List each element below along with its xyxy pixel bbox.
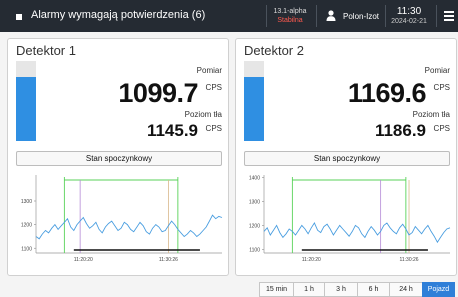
clock: 11:30 2024-02-21 <box>386 6 432 26</box>
y-tick-label: 1100 <box>21 246 32 252</box>
state-button[interactable]: Stan spoczynkowy <box>244 151 450 166</box>
detector-title: Detektor 1 <box>16 43 76 58</box>
user-icon <box>326 10 336 21</box>
background-unit: CPS <box>205 124 222 133</box>
divider <box>266 5 267 27</box>
y-tick-label: 1200 <box>249 223 260 229</box>
x-tick-label: 11:20:20 <box>74 257 93 263</box>
measurement-label: Pomiar <box>424 66 450 75</box>
measurement-label: Pomiar <box>196 66 222 75</box>
top-bar: Alarmy wymagają potwierdzenia (6) 13.1-a… <box>0 0 458 32</box>
y-tick-label: 1300 <box>249 199 260 205</box>
detector-title: Detektor 2 <box>244 43 304 58</box>
detector-chart: 1300 1200 1100 11:20:20 11:30:26 <box>21 175 223 263</box>
x-tick-label: 11:30:26 <box>399 257 418 263</box>
x-tick-label: 11:30:26 <box>159 257 178 263</box>
version-info: 13.1-alpha Stabilna <box>268 7 312 25</box>
detector-chart: 1400 1300 1200 1100 11:20:20 11:30:26 <box>249 175 451 263</box>
measurement-value: 1099.7 <box>118 78 198 108</box>
level-bar-fill <box>244 77 264 141</box>
range-pojazd-button[interactable]: Pojazd <box>422 282 455 297</box>
version-label: 13.1-alpha <box>273 8 307 15</box>
alarm-notification[interactable]: Alarmy wymagają potwierdzenia (6) <box>31 9 205 21</box>
detector-card-1: Detektor 1 Pomiar 1099.7 CPS Poziom tła … <box>7 38 229 276</box>
background-value: 1145.9 <box>146 121 198 140</box>
level-bar <box>16 61 36 141</box>
user-name[interactable]: Polon-Izot <box>343 12 379 21</box>
clock-time: 11:30 <box>396 6 422 17</box>
x-tick-label: 11:20:20 <box>302 257 321 263</box>
state-button[interactable]: Stan spoczynkowy <box>16 151 222 166</box>
series-line <box>263 222 451 244</box>
menu-icon[interactable] <box>444 11 454 21</box>
background-label: Poziom tła <box>184 110 222 119</box>
y-tick-label: 1200 <box>21 223 32 229</box>
measurement-unit: CPS <box>205 83 222 92</box>
time-range-selector: 15 min 1 h 3 h 6 h 24 h Pojazd <box>259 282 455 297</box>
level-bar-fill <box>16 77 36 141</box>
divider <box>316 5 317 27</box>
background-value: 1186.9 <box>374 121 426 140</box>
level-bar <box>244 61 264 141</box>
range-6h-button[interactable]: 6 h <box>357 282 389 297</box>
detector-card-2: Detektor 2 Pomiar 1169.6 CPS Poziom tła … <box>235 38 457 276</box>
stability-label: Stabilna <box>277 17 303 24</box>
alarm-indicator-icon <box>16 14 22 20</box>
measurement-unit: CPS <box>433 83 450 92</box>
series-line <box>35 214 223 240</box>
range-15min-button[interactable]: 15 min <box>259 282 293 297</box>
range-24h-button[interactable]: 24 h <box>389 282 422 297</box>
background-label: Poziom tła <box>412 110 450 119</box>
clock-date: 2024-02-21 <box>391 18 427 25</box>
range-1h-button[interactable]: 1 h <box>293 282 324 297</box>
range-3h-button[interactable]: 3 h <box>324 282 357 297</box>
measurement-value: 1169.6 <box>347 78 427 108</box>
background-unit: CPS <box>433 124 450 133</box>
divider <box>436 5 437 27</box>
y-tick-label: 1100 <box>249 247 260 253</box>
y-tick-label: 1400 <box>249 175 260 181</box>
y-tick-label: 1300 <box>21 199 32 205</box>
